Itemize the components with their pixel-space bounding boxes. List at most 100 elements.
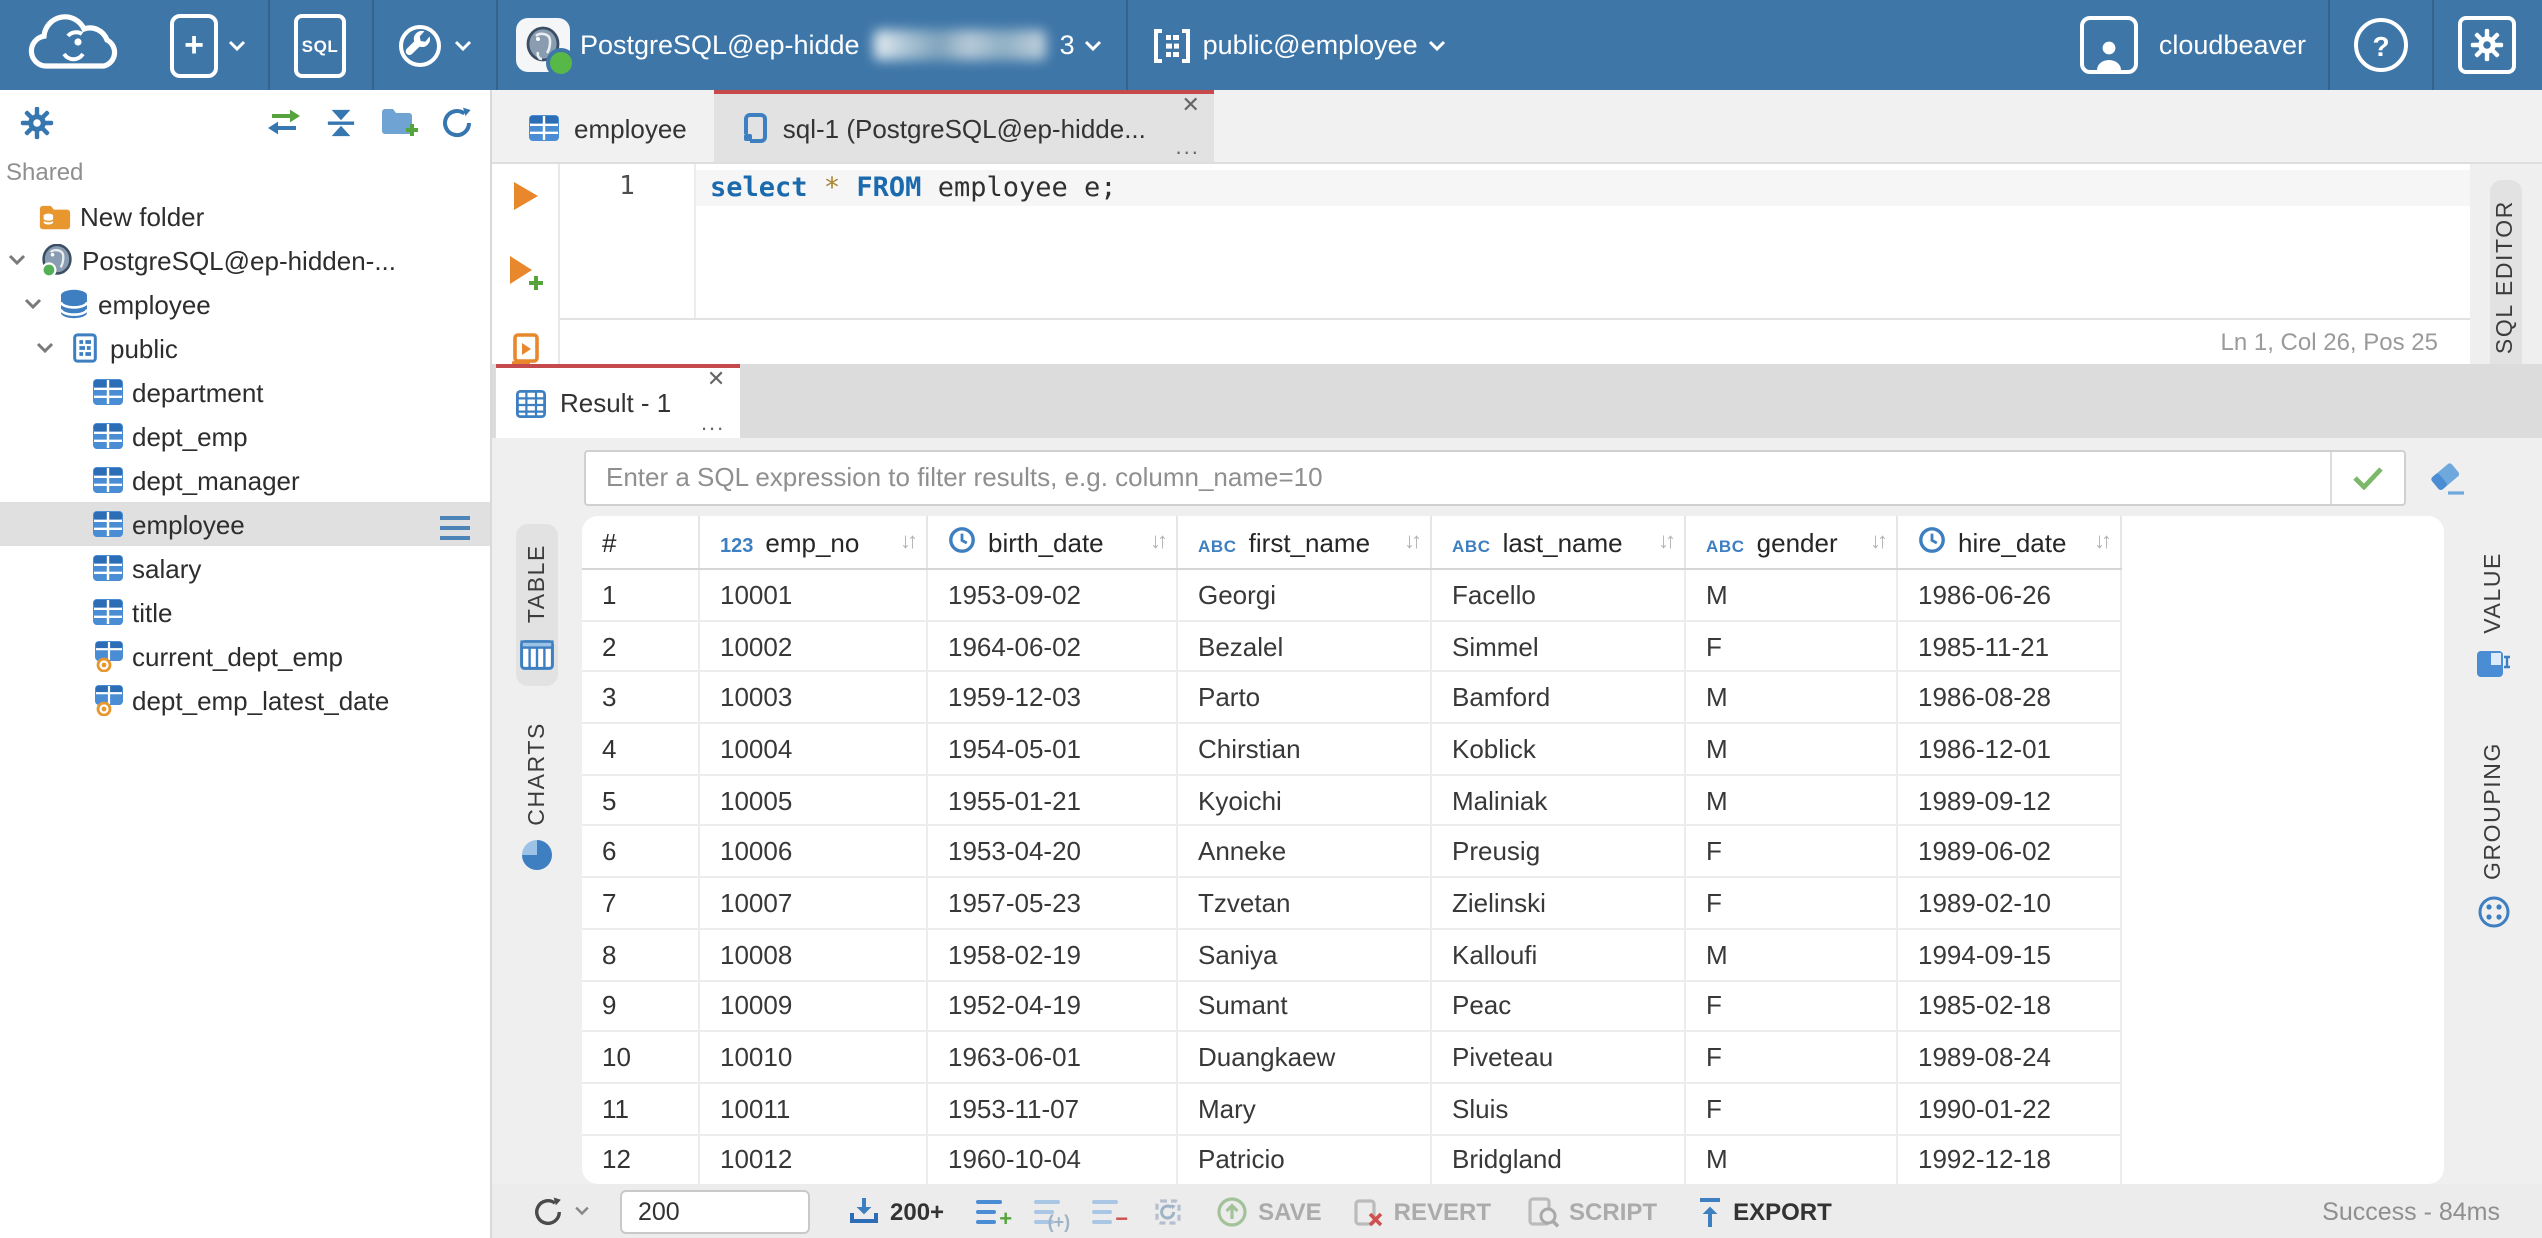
row-number-header[interactable]: # [582,516,700,568]
driver-manager-button[interactable] [396,21,472,69]
cell[interactable]: M [1686,570,1898,620]
column-header-emp_no[interactable]: 123 emp_no ↓↑ [700,516,928,568]
column-header-first_name[interactable]: ABC first_name ↓↑ [1178,516,1432,568]
column-header-hire_date[interactable]: hire_date ↓↑ [1898,516,2122,568]
cell[interactable]: 10012 [700,1135,928,1184]
cell[interactable]: Bamford [1432,672,1686,723]
code-area[interactable]: select * FROM employee e; [696,164,2470,318]
tab-grouping[interactable]: GROUPING [2473,722,2513,944]
chevron-down-icon[interactable] [8,254,28,266]
auto-refresh-button[interactable] [1152,1195,1184,1227]
cell[interactable]: M [1686,775,1898,825]
cell[interactable]: 10011 [700,1083,928,1134]
sidebar-settings-gear-icon[interactable] [20,105,54,139]
row-number[interactable]: 5 [582,775,700,825]
column-header-last_name[interactable]: ABC last_name ↓↑ [1432,516,1686,568]
cell[interactable]: 1989-06-02 [1898,826,2122,877]
cell[interactable]: 1957-05-23 [928,878,1178,928]
tree-item-dept_emp_latest_date[interactable]: dept_emp_latest_date [0,678,490,722]
more-icon[interactable]: ... [701,413,725,436]
help-button[interactable]: ? [2354,18,2408,72]
cell[interactable]: 10009 [700,981,928,1031]
tab-table[interactable]: TABLE [516,524,558,686]
cell[interactable]: F [1686,621,1898,671]
tab-employee[interactable]: employee [500,90,715,162]
row-number[interactable]: 9 [582,981,700,1031]
cell[interactable]: 10005 [700,775,928,825]
cell[interactable]: Tzvetan [1178,878,1432,928]
cell[interactable]: Georgi [1178,570,1432,620]
cell[interactable]: Chirstian [1178,724,1432,774]
row-number[interactable]: 1 [582,570,700,620]
row-number[interactable]: 8 [582,929,700,979]
cell[interactable]: Sumant [1178,981,1432,1031]
cell[interactable]: Sluis [1432,1083,1686,1134]
cell[interactable]: Facello [1432,570,1686,620]
cell[interactable]: 10010 [700,1032,928,1082]
save-button[interactable]: SAVE [1216,1195,1322,1227]
sort-arrows-icon[interactable]: ↓↑ [1658,530,1676,554]
cell[interactable]: 10006 [700,826,928,877]
cell[interactable]: Bezalel [1178,621,1432,671]
cell[interactable]: Zielinski [1432,878,1686,928]
sort-arrows-icon[interactable]: ↓↑ [1150,530,1168,554]
cell[interactable]: 1960-10-04 [928,1135,1178,1184]
execute-new-tab-icon[interactable] [507,254,543,300]
export-button[interactable]: EXPORT [1695,1195,1832,1227]
delete-row-button[interactable]: − [1092,1197,1128,1230]
duplicate-row-button[interactable]: (+) [1034,1197,1070,1230]
row-number[interactable]: 10 [582,1032,700,1082]
row-number[interactable]: 3 [582,672,700,723]
tree-item-employee[interactable]: employee [0,502,490,546]
cell[interactable]: 1952-04-19 [928,981,1178,1031]
filter-input[interactable] [586,451,2330,503]
cloudbeaver-logo-icon[interactable] [24,11,124,79]
tab-value[interactable]: VALUE [2472,532,2514,694]
cell[interactable]: Preusig [1432,826,1686,877]
cell[interactable]: 1989-09-12 [1898,775,2122,825]
script-button[interactable]: SCRIPT [1525,1195,1657,1227]
schema-selector[interactable]: public@employee [1153,27,1446,63]
cell[interactable]: 10007 [700,878,928,928]
cell[interactable]: 1986-08-28 [1898,672,2122,723]
cell[interactable]: Peac [1432,981,1686,1031]
cell[interactable]: M [1686,672,1898,723]
user-menu[interactable]: cloudbeaver [2080,16,2306,74]
cell[interactable]: 1958-02-19 [928,929,1178,979]
cell[interactable]: Kalloufi [1432,929,1686,979]
cell[interactable]: 1994-09-15 [1898,929,2122,979]
revert-button[interactable]: REVERT [1352,1195,1491,1227]
cell[interactable]: Saniya [1178,929,1432,979]
tab-charts[interactable]: CHARTS [518,701,556,887]
settings-button[interactable] [2458,16,2516,74]
cell[interactable]: Patricio [1178,1135,1432,1184]
row-number[interactable]: 4 [582,724,700,774]
column-header-birth_date[interactable]: birth_date ↓↑ [928,516,1178,568]
tree-item-department[interactable]: department [0,370,490,414]
new-sql-editor-button[interactable]: SQL [294,13,346,77]
cell[interactable]: 1986-06-26 [1898,570,2122,620]
cell[interactable]: 1992-12-18 [1898,1135,2122,1184]
connection-selector[interactable]: PostgreSQL@ep-hidde 3 [516,18,1103,78]
cell[interactable]: Piveteau [1432,1032,1686,1082]
add-folder-icon[interactable] [380,106,418,138]
tree-item-postgresql-ep-hidden-[interactable]: PostgreSQL@ep-hidden-... [0,238,490,282]
execute-icon[interactable] [511,180,539,222]
sort-arrows-icon[interactable]: ↓↑ [1870,530,1888,554]
cell[interactable]: F [1686,981,1898,1031]
cell[interactable]: 1985-11-21 [1898,621,2122,671]
row-number[interactable]: 7 [582,878,700,928]
tree-item-dept_emp[interactable]: dept_emp [0,414,490,458]
tree-item-current_dept_emp[interactable]: current_dept_emp [0,634,490,678]
cell[interactable]: 10003 [700,672,928,723]
cell[interactable]: 10008 [700,929,928,979]
cell[interactable]: Kyoichi [1178,775,1432,825]
cell[interactable]: 1963-06-01 [928,1032,1178,1082]
cell[interactable]: Maliniak [1432,775,1686,825]
chevron-down-icon[interactable] [36,342,56,354]
tree-item-dept_manager[interactable]: dept_manager [0,458,490,502]
cell[interactable]: 1985-02-18 [1898,981,2122,1031]
tree-item-new-folder[interactable]: New folder [0,194,490,238]
row-number[interactable]: 6 [582,826,700,877]
cell[interactable]: Bridgland [1432,1135,1686,1184]
